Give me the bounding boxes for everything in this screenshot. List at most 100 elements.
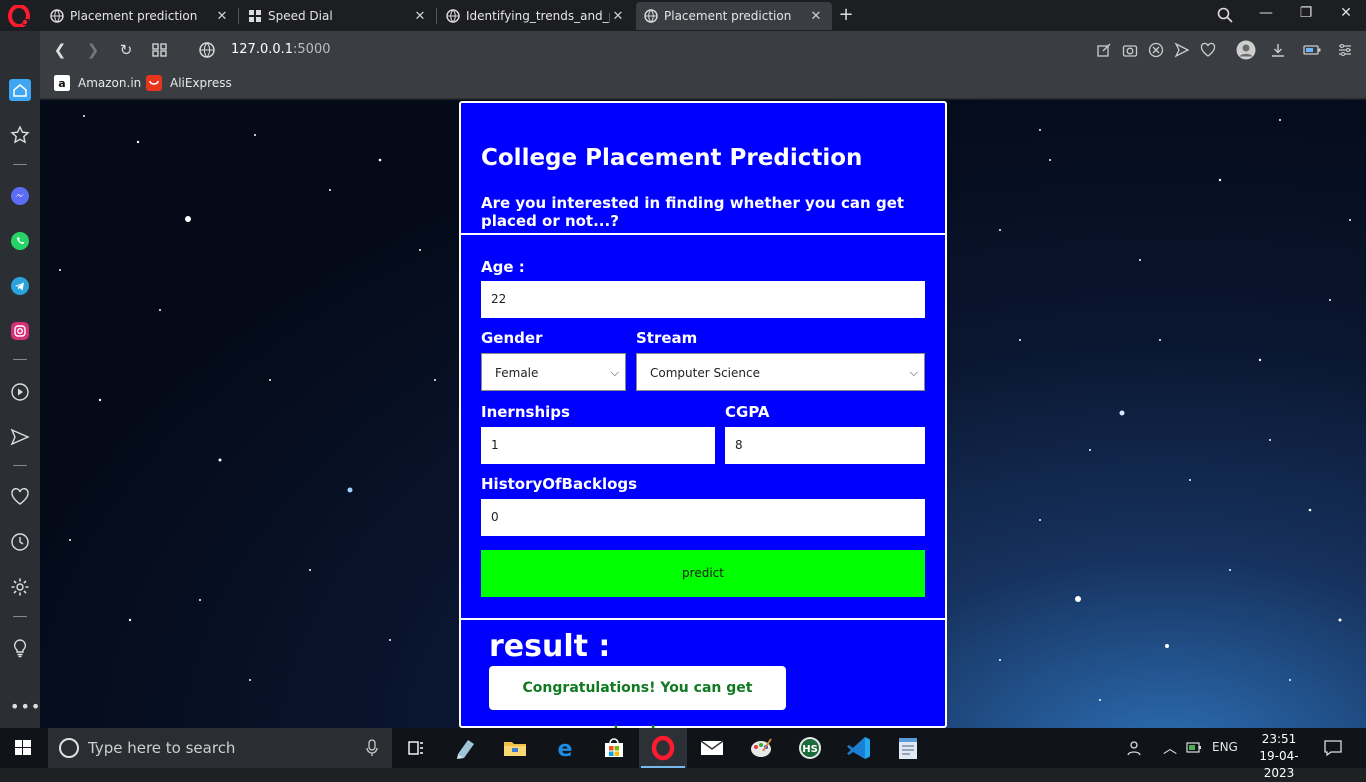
close-tab-icon[interactable]: ✕ xyxy=(808,9,824,24)
minimize-icon[interactable]: — xyxy=(1251,5,1281,21)
page-title: College Placement Prediction xyxy=(481,145,863,171)
paint-app-icon[interactable] xyxy=(747,734,775,762)
globe-icon xyxy=(644,9,658,23)
microphone-icon[interactable] xyxy=(366,738,378,758)
adblock-icon[interactable] xyxy=(1148,42,1164,58)
download-icon[interactable] xyxy=(1270,42,1286,58)
instagram-icon[interactable] xyxy=(10,321,30,341)
easy-setup-icon[interactable] xyxy=(1337,42,1353,58)
sidebar-divider xyxy=(13,164,27,165)
settings-gear-icon[interactable] xyxy=(10,577,30,597)
svg-text:e: e xyxy=(558,737,573,762)
tab-separator xyxy=(238,8,239,24)
network-battery-icon[interactable] xyxy=(1186,741,1204,755)
tab-bar: Placement prediction ✕ Speed Dial ✕ Iden… xyxy=(0,0,1366,31)
lightbulb-icon[interactable] xyxy=(10,638,30,658)
opera-app-icon[interactable] xyxy=(649,734,677,762)
chevron-up-icon[interactable]: ︿ xyxy=(1163,738,1177,758)
tab-placement-prediction-1[interactable]: Placement prediction ✕ xyxy=(42,2,238,30)
internships-label: Inernships xyxy=(481,403,570,421)
send-icon[interactable] xyxy=(1174,42,1190,58)
heart-icon[interactable] xyxy=(1200,42,1216,58)
speed-dial-icon xyxy=(249,10,261,22)
messenger-icon[interactable] xyxy=(10,186,30,206)
reload-icon[interactable]: ↻ xyxy=(117,41,135,59)
aliexpress-icon xyxy=(146,75,162,91)
tab-speed-dial[interactable]: Speed Dial ✕ xyxy=(240,2,436,30)
file-explorer-icon[interactable] xyxy=(501,734,529,762)
close-tab-icon[interactable]: ✕ xyxy=(214,9,230,24)
search-placeholder: Type here to search xyxy=(88,739,236,757)
forward-icon[interactable]: ❯ xyxy=(84,41,102,59)
clock-date: 19-04-2023 xyxy=(1259,749,1299,780)
bookmark-label: AliExpress xyxy=(170,76,232,90)
page-viewport: College Placement Prediction Are you int… xyxy=(40,100,1366,728)
cgpa-input[interactable]: 8 xyxy=(725,427,925,464)
back-icon[interactable]: ❮ xyxy=(51,41,69,59)
sticky-notes-app-icon[interactable] xyxy=(452,734,480,762)
bookmark-label: Amazon.in xyxy=(78,76,142,90)
notepad-app-icon[interactable] xyxy=(894,734,922,762)
task-view-icon[interactable] xyxy=(402,734,430,762)
heart-icon[interactable] xyxy=(10,487,30,507)
svg-text:a: a xyxy=(58,77,65,90)
gender-selected-value: Female xyxy=(495,366,539,380)
new-tab-plus-icon[interactable]: + xyxy=(836,4,856,25)
tab-title: Identifying_trends_and_patt xyxy=(466,9,610,23)
internships-input[interactable]: 1 xyxy=(481,427,715,464)
close-window-icon[interactable]: ✕ xyxy=(1331,5,1361,21)
telegram-icon[interactable] xyxy=(10,276,30,296)
close-tab-icon[interactable]: ✕ xyxy=(610,9,626,24)
flow-send-icon[interactable] xyxy=(10,427,30,447)
mail-app-icon[interactable] xyxy=(698,734,726,762)
stream-label: Stream xyxy=(636,329,698,347)
notifications-icon[interactable] xyxy=(1323,739,1343,757)
more-options-icon[interactable]: ••• xyxy=(10,697,41,716)
stream-selected-value: Computer Science xyxy=(650,366,760,380)
url-field[interactable]: 127.0.0.1:5000 xyxy=(231,42,331,57)
edge-browser-icon[interactable]: e xyxy=(551,734,579,762)
home-icon[interactable] xyxy=(9,79,31,101)
sidebar-divider xyxy=(13,465,27,466)
battery-saver-icon[interactable] xyxy=(1303,42,1321,58)
edit-icon[interactable] xyxy=(1096,42,1112,58)
backlogs-input[interactable]: 0 xyxy=(481,499,925,536)
windows-start-icon[interactable] xyxy=(0,728,46,768)
snapshot-camera-icon[interactable] xyxy=(1122,42,1138,58)
history-clock-icon[interactable] xyxy=(10,532,30,552)
search-tabs-icon[interactable] xyxy=(1217,7,1233,23)
windows-taskbar: Type here to search e HS ︿ ENG 23:51 19-… xyxy=(0,728,1366,780)
stream-select[interactable]: Computer Science ⌵ xyxy=(636,353,925,391)
taskbar-search-box[interactable]: Type here to search xyxy=(48,728,392,768)
tab-identifying-trends[interactable]: Identifying_trends_and_patt ✕ xyxy=(438,2,634,30)
result-message: Congratulations! You can get placed... xyxy=(489,666,786,728)
chevron-down-icon: ⌵ xyxy=(610,366,619,379)
close-tab-icon[interactable]: ✕ xyxy=(412,9,428,24)
amazon-icon: a xyxy=(54,75,70,91)
bookmark-amazon[interactable]: a Amazon.in xyxy=(54,75,141,91)
people-icon[interactable] xyxy=(1126,739,1144,757)
hs-app-icon[interactable]: HS xyxy=(796,734,824,762)
prediction-card: College Placement Prediction Are you int… xyxy=(459,101,947,728)
whatsapp-icon[interactable] xyxy=(10,231,30,251)
microsoft-store-icon[interactable] xyxy=(600,734,628,762)
star-icon[interactable] xyxy=(10,125,30,145)
site-info-globe-icon[interactable] xyxy=(198,41,216,59)
restore-icon[interactable]: ❐ xyxy=(1291,5,1321,21)
age-input[interactable]: 22 xyxy=(481,281,925,318)
tab-placement-prediction-active[interactable]: Placement prediction ✕ xyxy=(636,2,832,30)
tab-grid-icon[interactable] xyxy=(151,41,169,59)
sidebar: ••• xyxy=(0,31,40,728)
predict-button[interactable]: predict xyxy=(481,550,925,597)
card-divider xyxy=(461,233,945,235)
bookmark-aliexpress[interactable]: AliExpress xyxy=(146,75,232,91)
profile-avatar-icon[interactable] xyxy=(1236,40,1256,60)
language-indicator[interactable]: ENG xyxy=(1212,740,1238,754)
tab-title: Placement prediction xyxy=(70,9,198,23)
clock[interactable]: 23:51 19-04-2023 xyxy=(1249,731,1309,782)
vscode-app-icon[interactable] xyxy=(845,734,873,762)
gender-select[interactable]: Female ⌵ xyxy=(481,353,626,391)
player-icon[interactable] xyxy=(10,382,30,402)
opera-menu-icon[interactable] xyxy=(8,5,30,27)
globe-icon xyxy=(50,9,64,23)
